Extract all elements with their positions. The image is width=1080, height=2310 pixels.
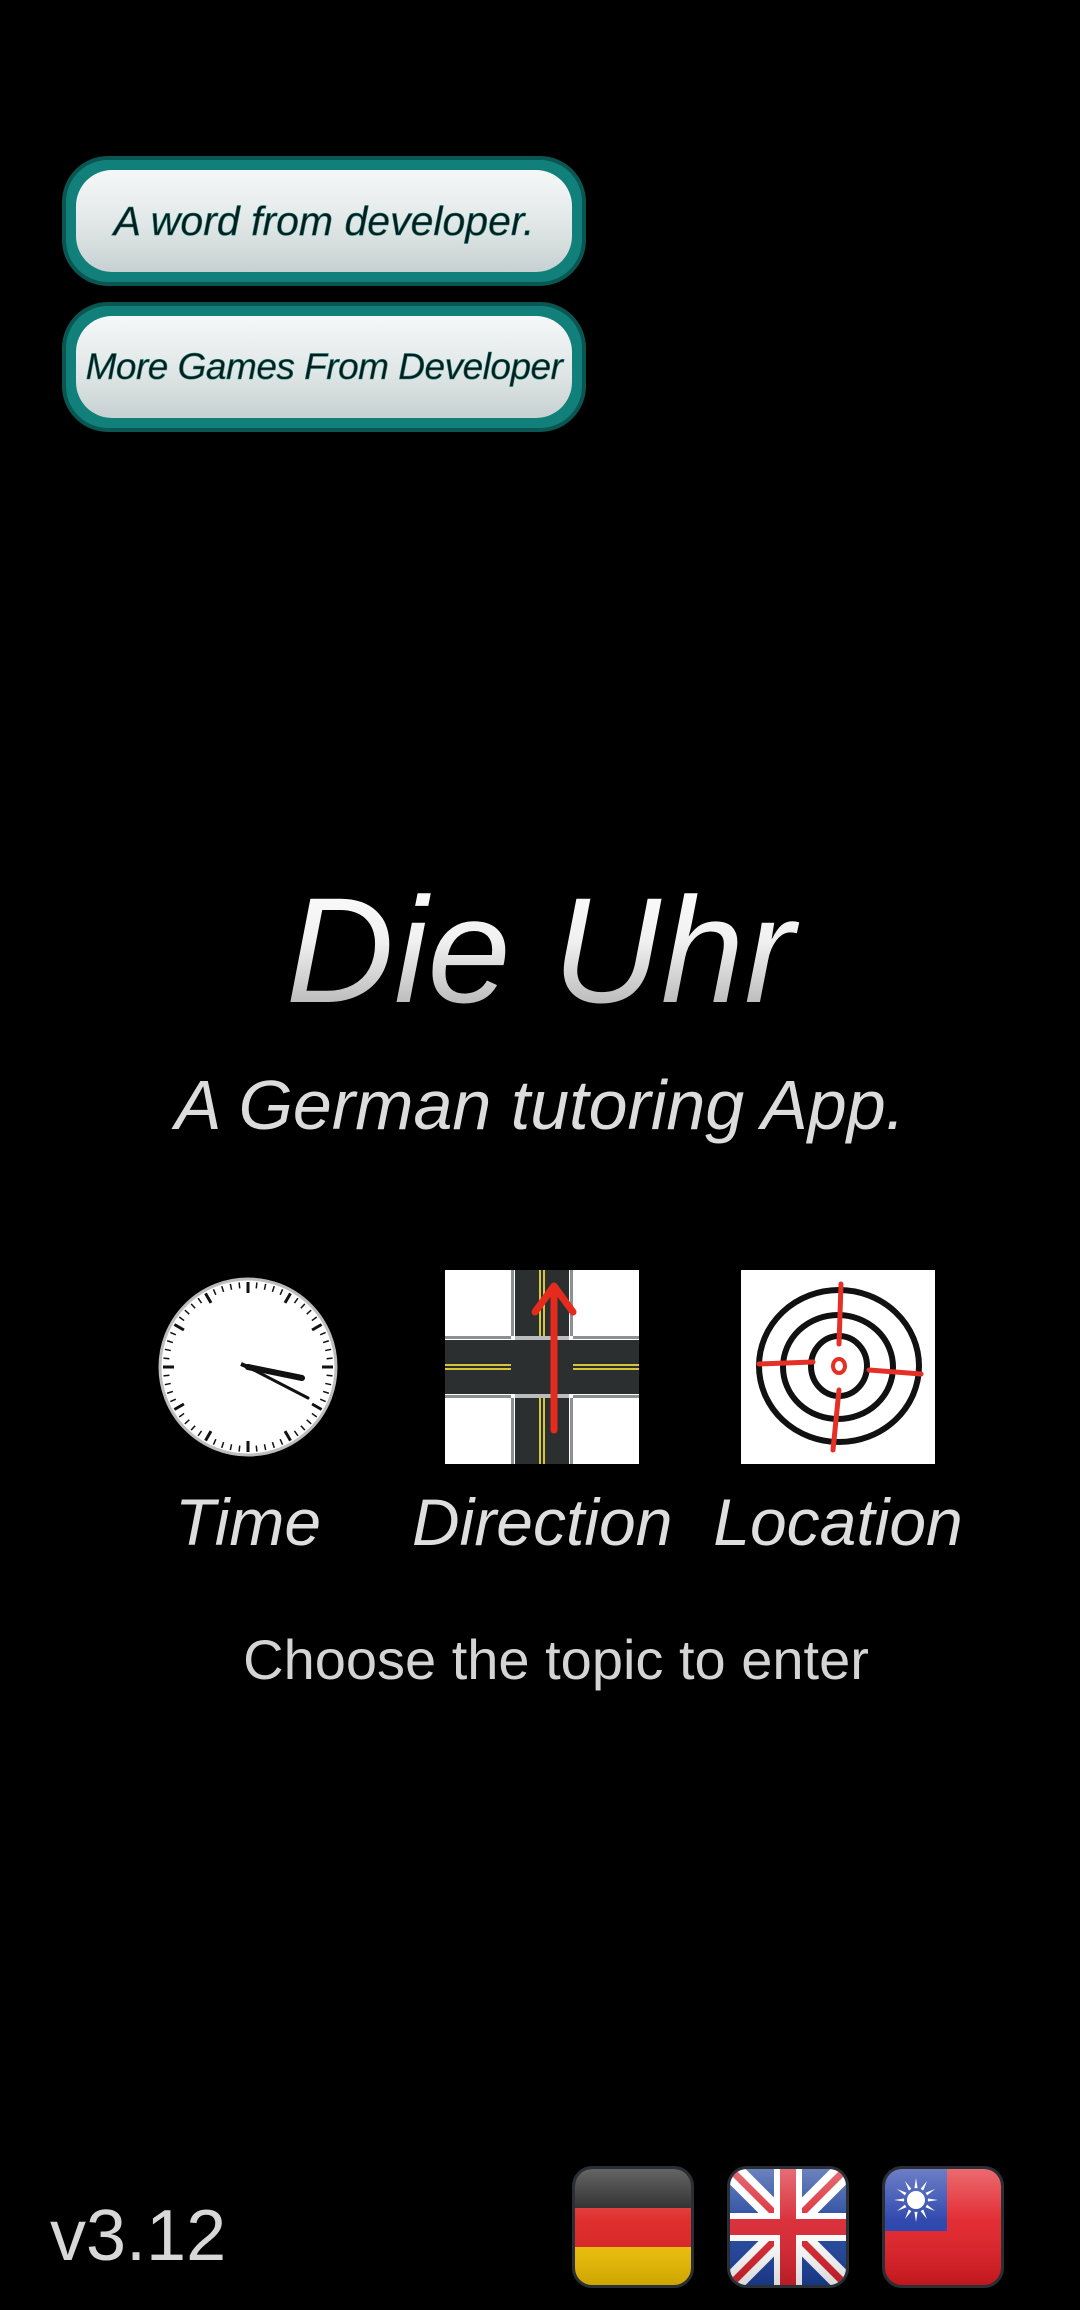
word-from-developer-button[interactable]: A word from developer. xyxy=(62,156,586,286)
app-title: Die Uhr xyxy=(0,870,1080,1030)
target-icon xyxy=(741,1270,935,1464)
more-games-button[interactable]: More Games From Developer xyxy=(62,302,586,432)
germany-flag-icon[interactable] xyxy=(572,2166,694,2288)
clock-icon xyxy=(151,1270,345,1464)
topic-location-label: Location xyxy=(713,1485,963,1559)
topic-location[interactable]: Location xyxy=(708,1270,968,1570)
app-subtitle: A German tutoring App. xyxy=(174,1066,906,1144)
taiwan-flag-icon[interactable] xyxy=(882,2166,1004,2288)
word-from-developer-label: A word from developer. xyxy=(76,170,572,272)
topic-direction[interactable]: Direction xyxy=(412,1270,672,1570)
crossroad-arrow-icon xyxy=(445,1270,639,1464)
version-label: v3.12 xyxy=(50,2196,227,2276)
topic-time-label: Time xyxy=(174,1485,322,1559)
choose-topic-hint: Choose the topic to enter xyxy=(243,1628,869,1691)
uk-flag-icon[interactable] xyxy=(727,2166,849,2288)
more-games-label: More Games From Developer xyxy=(76,316,572,418)
topic-direction-label: Direction xyxy=(412,1485,673,1559)
topic-time[interactable]: Time xyxy=(118,1270,378,1570)
